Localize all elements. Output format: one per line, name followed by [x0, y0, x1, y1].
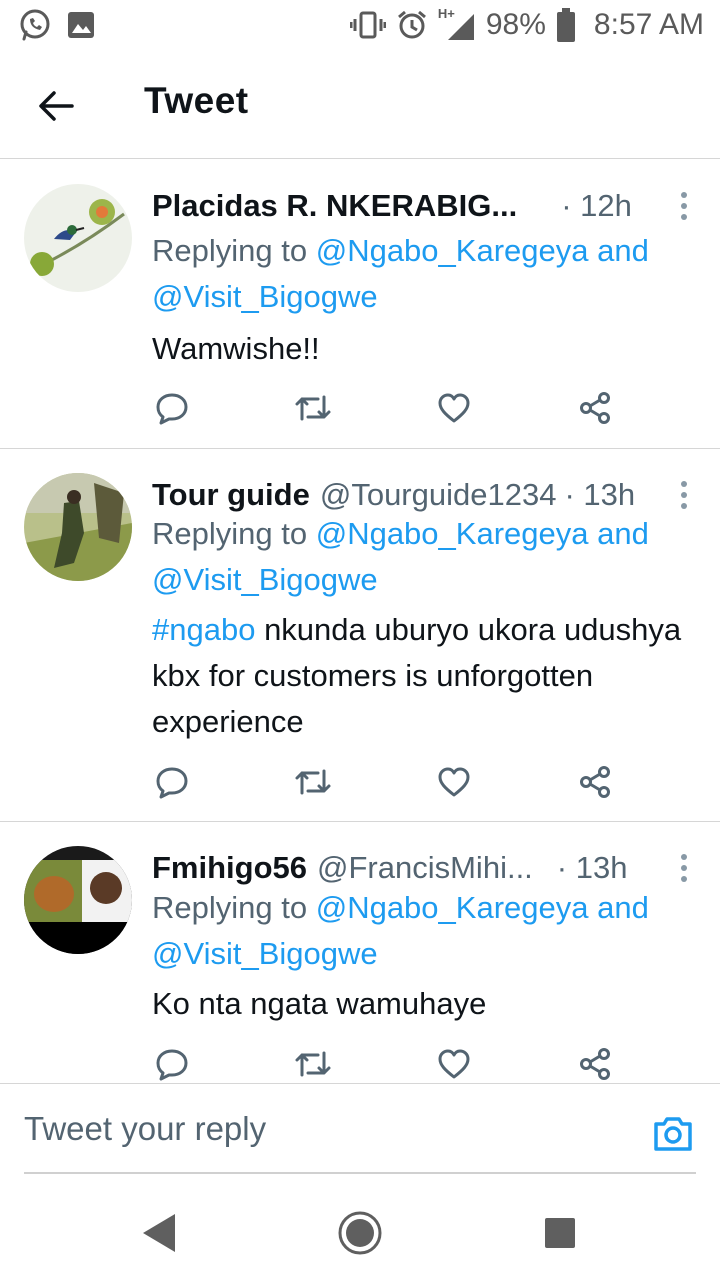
mention-and[interactable]: and	[588, 233, 649, 268]
camera-icon	[654, 1117, 692, 1151]
status-bar-system: H+ 98% 8:57 AM	[349, 4, 704, 46]
alarm-icon	[397, 10, 426, 39]
tweet-time: · 13h	[564, 477, 636, 512]
reply-prefix: Replying to	[152, 890, 316, 925]
retweet-button[interactable]	[293, 762, 333, 802]
reply-icon	[156, 767, 188, 799]
author-handle[interactable]: @Tourguide1234	[320, 477, 557, 513]
tweet-actions	[152, 388, 622, 428]
heart-icon	[438, 1049, 470, 1079]
tweet-header: Placidas R. NKERABIG... · 12h	[152, 184, 700, 228]
retweet-icon	[295, 395, 331, 421]
author-handle[interactable]: @FrancisMihi...	[317, 850, 533, 886]
tweet-text: Ko nta ngata wamuhaye	[152, 981, 690, 1027]
nav-home-button[interactable]	[335, 1208, 385, 1258]
reply-icon	[156, 393, 188, 425]
mention-and[interactable]: and	[588, 890, 649, 925]
tweet-header: Fmihigo56 @FrancisMihi... · 13h	[152, 846, 700, 890]
tweet-text: #ngabo nkunda uburyo ukora udushya kbx f…	[152, 607, 690, 745]
tweet[interactable]: Tour guide @Tourguide1234 · 13h Replying…	[0, 449, 720, 822]
like-button[interactable]	[434, 388, 474, 428]
author-name[interactable]: Placidas R. NKERABIG...	[152, 188, 517, 224]
reply-icon	[156, 1049, 188, 1081]
mention-link[interactable]: @Visit_Bigogwe	[152, 562, 378, 597]
retweet-button[interactable]	[293, 388, 333, 428]
tweet[interactable]: Fmihigo56 @FrancisMihi... · 13h Replying…	[0, 822, 720, 1082]
battery-percent: 98%	[485, 8, 546, 41]
status-bar: H+ 98% 8:57 AM	[0, 0, 720, 50]
author-name[interactable]: Fmihigo56	[152, 850, 307, 886]
reply-prefix: Replying to	[152, 233, 316, 268]
reply-prefix: Replying to	[152, 516, 316, 551]
arrow-left-icon	[39, 91, 74, 121]
tweet[interactable]: Placidas R. NKERABIG... · 12h Replying t…	[0, 160, 720, 449]
share-icon	[580, 392, 610, 424]
retweet-button[interactable]	[293, 1044, 333, 1082]
mention-and[interactable]: and	[588, 516, 649, 551]
retweet-icon	[295, 1051, 331, 1077]
tweet-actions	[152, 762, 622, 802]
tweet-text: Wamwishe!!	[152, 326, 690, 372]
reply-input-underline	[24, 1172, 696, 1174]
reply-composer	[0, 1083, 720, 1174]
share-button[interactable]	[575, 1044, 615, 1082]
clock: 8:57 AM	[593, 8, 704, 41]
share-button[interactable]	[575, 388, 615, 428]
mention-link[interactable]: @Ngabo_Karegeya	[316, 233, 589, 268]
reply-input[interactable]	[24, 1084, 624, 1174]
reply-button[interactable]	[152, 388, 192, 428]
mention-link[interactable]: @Visit_Bigogwe	[152, 279, 378, 314]
mention-link[interactable]: @Visit_Bigogwe	[152, 936, 378, 971]
top-app-bar: Tweet	[0, 52, 720, 159]
retweet-icon	[295, 769, 331, 795]
like-button[interactable]	[434, 762, 474, 802]
vibrate-icon	[349, 11, 386, 39]
more-options-button[interactable]	[678, 186, 690, 226]
more-options-button[interactable]	[678, 848, 690, 888]
replying-to: Replying to @Ngabo_Karegeya and @Visit_B…	[152, 511, 700, 603]
avatar[interactable]	[24, 473, 132, 581]
more-options-button[interactable]	[678, 475, 690, 515]
tweet-text-content: Ko nta ngata wamuhaye	[152, 986, 487, 1021]
nav-back-icon	[143, 1214, 175, 1252]
gallery-icon	[68, 12, 94, 38]
replying-to: Replying to @Ngabo_Karegeya and @Visit_B…	[152, 885, 700, 977]
replying-to: Replying to @Ngabo_Karegeya and @Visit_B…	[152, 228, 700, 320]
status-bar-notifications	[18, 8, 96, 42]
heart-icon	[438, 393, 470, 423]
author-name[interactable]: Tour guide	[152, 477, 310, 513]
signal-icon: H+	[438, 6, 476, 42]
tweet-time: · 12h	[561, 188, 632, 223]
tweet-time: · 13h	[556, 850, 628, 885]
share-icon	[580, 1048, 610, 1080]
battery-icon	[556, 8, 575, 42]
back-button[interactable]	[30, 80, 82, 132]
nav-back-button[interactable]	[134, 1208, 184, 1258]
reply-button[interactable]	[152, 1044, 192, 1082]
avatar[interactable]	[24, 846, 132, 954]
hashtag-link[interactable]: #ngabo	[152, 612, 255, 647]
reply-button[interactable]	[152, 762, 192, 802]
nav-recents-icon	[545, 1218, 575, 1248]
avatar[interactable]	[24, 184, 132, 292]
mention-link[interactable]: @Ngabo_Karegeya	[316, 890, 589, 925]
tweet-actions	[152, 1044, 622, 1082]
page-title: Tweet	[144, 80, 249, 121]
share-icon	[580, 766, 610, 798]
whatsapp-icon	[20, 9, 50, 41]
nav-recents-button[interactable]	[535, 1208, 585, 1258]
heart-icon	[438, 767, 470, 797]
mention-link[interactable]: @Ngabo_Karegeya	[316, 516, 589, 551]
share-button[interactable]	[575, 762, 615, 802]
like-button[interactable]	[434, 1044, 474, 1082]
system-navigation-bar	[0, 1180, 720, 1280]
tweet-text-content: Wamwishe!!	[152, 331, 320, 366]
nav-home-icon	[338, 1211, 382, 1255]
camera-button[interactable]	[652, 1114, 694, 1154]
